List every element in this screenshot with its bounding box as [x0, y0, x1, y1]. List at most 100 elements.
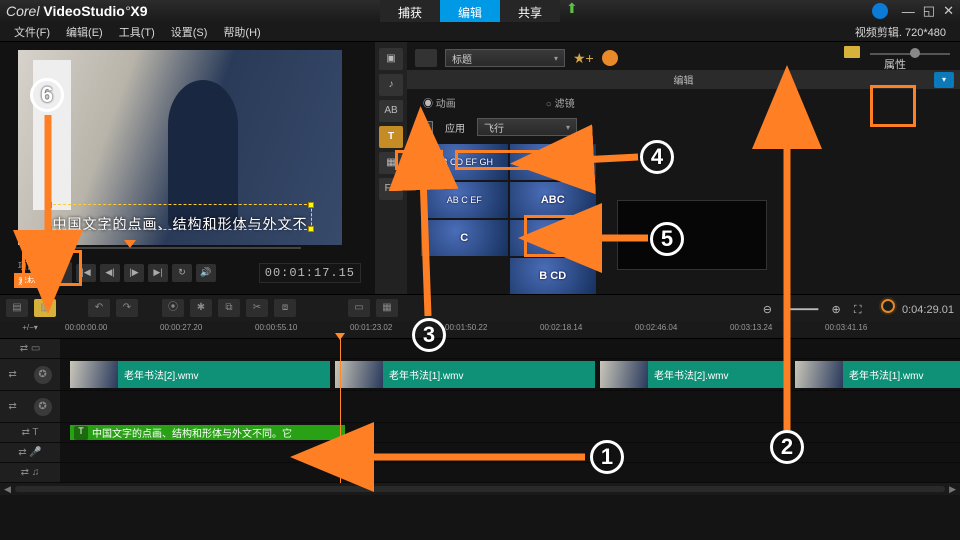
- restore-icon[interactable]: ◱: [923, 3, 935, 19]
- tool-b-icon[interactable]: ⧉: [218, 299, 240, 317]
- loop-button[interactable]: ↻: [172, 264, 192, 282]
- video-track-body[interactable]: 老年书法[2].wmv老年书法[1].wmv老年书法[2].wmv老年书法[1]…: [60, 359, 960, 390]
- library-side-toolbar: ▣ ♪ AB T ▦ FX: [375, 42, 407, 294]
- effect-dropdown[interactable]: 飞行: [477, 118, 577, 136]
- music-track-header[interactable]: ⇄ ♫: [0, 463, 60, 482]
- gallery-button[interactable]: [415, 49, 437, 67]
- graphic-tab-icon[interactable]: ▦: [379, 152, 403, 174]
- video-clip[interactable]: 老年书法[2].wmv: [600, 361, 790, 388]
- menu-settings[interactable]: 设置(S): [165, 23, 214, 41]
- mode-project[interactable]: 项目: [14, 258, 40, 273]
- marker-icon[interactable]: ▭: [348, 299, 370, 317]
- category-dropdown[interactable]: 标题: [445, 49, 565, 67]
- volume-button[interactable]: 🔊: [196, 264, 216, 282]
- add-track-icon[interactable]: +/−▾: [0, 321, 60, 338]
- favorite-icon[interactable]: ★+: [573, 50, 594, 67]
- title-safe-rect[interactable]: [48, 204, 312, 230]
- storyboard-view-icon[interactable]: ▤: [6, 299, 28, 317]
- sound-tab-icon[interactable]: ♪: [379, 74, 403, 96]
- account-icon[interactable]: [872, 3, 888, 19]
- minimize-icon[interactable]: —: [902, 4, 915, 19]
- record-icon[interactable]: ⦿: [162, 299, 184, 317]
- apply-checkbox[interactable]: ✔: [421, 121, 433, 133]
- fit-icon[interactable]: ⛶: [854, 304, 862, 316]
- go-start-button[interactable]: |◀: [76, 264, 96, 282]
- menu-bar: 文件(F) 编辑(E) 工具(T) 设置(S) 帮助(H) 视频剪辑. 720*…: [0, 22, 960, 42]
- preset-3[interactable]: AB C EF: [421, 182, 508, 218]
- menu-edit[interactable]: 编辑(E): [60, 23, 109, 41]
- media-tab-icon[interactable]: ▣: [379, 48, 403, 70]
- video-track-header[interactable]: ⇄ ✪: [0, 359, 60, 390]
- menu-tools[interactable]: 工具(T): [113, 23, 161, 41]
- duration-icon: [881, 299, 895, 313]
- preset-2[interactable]: ABC: [510, 144, 597, 180]
- thumbnail-toggle-icon[interactable]: [844, 46, 860, 58]
- menu-file[interactable]: 文件(F): [8, 23, 56, 41]
- preset-1[interactable]: AB CD EF GH: [421, 144, 508, 180]
- preset-6[interactable]: ABC: [510, 220, 597, 256]
- track-header-marker[interactable]: ⇄ ▭: [0, 339, 60, 358]
- voice-track-header[interactable]: ⇄ 🎤: [0, 443, 60, 462]
- annotation-3: 3: [412, 318, 446, 352]
- play-button[interactable]: ▶: [48, 262, 72, 284]
- overlay-track-header[interactable]: ⇄ ✪: [0, 391, 60, 422]
- playhead[interactable]: [340, 339, 341, 483]
- filter-tab-icon[interactable]: FX: [379, 178, 403, 200]
- time-ruler[interactable]: +/−▾ 00:00:00.00 00:00:27.20 00:00:55.10…: [0, 321, 960, 339]
- preview-viewer[interactable]: 中国文字的点画、结构和形体与外文不: [18, 50, 342, 245]
- undo-icon[interactable]: ↶: [88, 299, 110, 317]
- tab-capture[interactable]: 捕获: [380, 0, 440, 22]
- title-tab-icon[interactable]: T: [379, 126, 403, 148]
- effects-icon[interactable]: [602, 50, 618, 66]
- video-clip[interactable]: 老年书法[2].wmv: [70, 361, 330, 388]
- timecode[interactable]: 00:01:17.15: [259, 263, 361, 283]
- attributes-tab[interactable]: 属性: [875, 52, 915, 86]
- upload-icon[interactable]: ⬆: [566, 0, 578, 22]
- collapse-icon[interactable]: ▾: [934, 72, 954, 88]
- go-end-button[interactable]: ▶|: [148, 264, 168, 282]
- zoom-in-icon[interactable]: ⊕: [831, 304, 840, 316]
- redo-icon[interactable]: ↷: [116, 299, 138, 317]
- timeline-view-icon[interactable]: ▥: [34, 299, 56, 317]
- timeline-panel: ▤ ▥ ↶ ↷ ⦿ ✱ ⧉ ✂ ⧈ ▭ ▦ ⊖ ━━━━━ ⊕ ⛶ 0:04:2…: [0, 294, 960, 540]
- title-track: ⇄ T T 中国文字的点画、结构和形体与外文不同。它: [0, 423, 960, 443]
- workspace-tabs: 捕获 编辑 共享 ⬆: [380, 0, 578, 22]
- tool-d-icon[interactable]: ⧈: [274, 299, 296, 317]
- title-bar: Corel VideoStudio°X9 捕获 编辑 共享 ⬆ — ◱ ✕: [0, 0, 960, 22]
- prev-frame-button[interactable]: ◀|: [100, 264, 120, 282]
- tab-edit[interactable]: 编辑: [440, 0, 500, 22]
- annotation-2: 2: [770, 430, 804, 464]
- tool-c-icon[interactable]: ✂: [246, 299, 268, 317]
- close-icon[interactable]: ✕: [943, 3, 954, 19]
- chapter-icon[interactable]: ▦: [376, 299, 398, 317]
- zoom-out-icon[interactable]: ⊖: [763, 304, 772, 316]
- preset-7[interactable]: B CD: [510, 258, 597, 294]
- timeline-scrollbar[interactable]: ◀▶: [0, 483, 960, 495]
- menu-help[interactable]: 帮助(H): [217, 23, 266, 41]
- app-brand: Corel VideoStudio°X9: [6, 3, 148, 19]
- overlay-icon: ✪: [34, 398, 52, 416]
- mode-clip[interactable]: 素材: [14, 273, 40, 288]
- video-clip[interactable]: 老年书法[1].wmv: [795, 361, 960, 388]
- scrub-handle-icon[interactable]: [124, 240, 136, 248]
- apply-label: 应用: [445, 120, 465, 135]
- tool-a-icon[interactable]: ✱: [190, 299, 212, 317]
- radio-filter[interactable]: 滤镜: [546, 95, 575, 110]
- title-track-header[interactable]: ⇄ T: [0, 423, 60, 442]
- reel-icon: ✪: [34, 366, 52, 384]
- preset-4[interactable]: ABC: [510, 182, 597, 218]
- preset-grid: AB CD EF GH ABC AB C EF ABC C ABC B CD: [421, 144, 596, 294]
- transition-tab-icon[interactable]: AB: [379, 100, 403, 122]
- annotation-5: 5: [650, 222, 684, 256]
- scrub-bar[interactable]: [14, 242, 361, 254]
- tab-share[interactable]: 共享: [500, 0, 560, 22]
- video-clip[interactable]: 老年书法[1].wmv: [335, 361, 595, 388]
- title-track-body[interactable]: T 中国文字的点画、结构和形体与外文不同。它: [60, 423, 960, 442]
- next-frame-button[interactable]: |▶: [124, 264, 144, 282]
- effect-preview: [617, 200, 767, 270]
- preset-5[interactable]: C: [421, 220, 508, 256]
- radio-animation[interactable]: 动画: [423, 95, 456, 110]
- title-clip-icon: T: [74, 426, 88, 440]
- title-clip[interactable]: T 中国文字的点画、结构和形体与外文不同。它: [70, 425, 345, 440]
- center-tab-edit[interactable]: 编辑: [419, 72, 948, 87]
